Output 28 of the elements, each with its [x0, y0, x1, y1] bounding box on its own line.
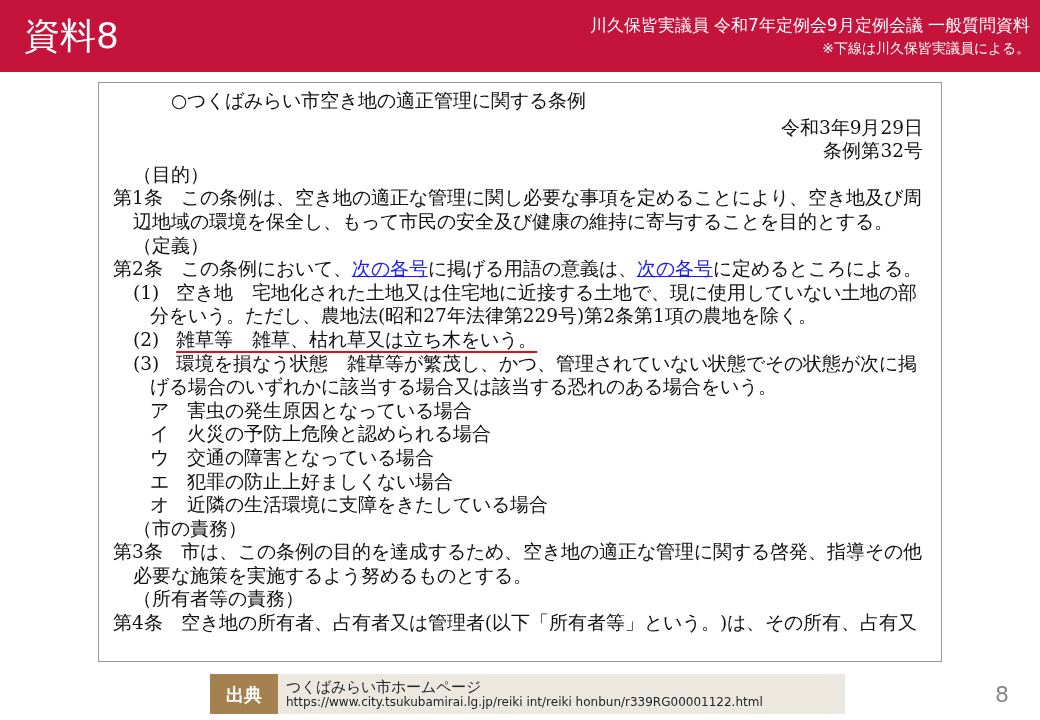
section-heading: （定義）	[132, 233, 210, 258]
reference-link[interactable]: 次の各号	[636, 258, 713, 280]
provision-text: 第1条 この条例は、空き地の適正な管理に関し必要な事項を定めることにより、空き地及び周辺地域の環境を保全し、もって市民の安全及び健康の維持に寄与することを目的とする。	[113, 186, 923, 234]
provision-text: ア 害虫の発生原因となっている場合	[149, 398, 473, 423]
underline-note: ※下線は川久保皆実議員による。	[822, 39, 1030, 59]
provision-text: ウ 交通の障害となっている場合	[149, 445, 435, 470]
ordinance-number: 条例第32号	[823, 140, 923, 162]
source-label: 出典	[210, 674, 278, 714]
section-heading: （所有者等の責務）	[132, 587, 305, 612]
page-number: 8	[995, 680, 1009, 709]
provision-text: 第2条 この条例において、次の各号に掲げる用語の意義は、次の各号に定めるところによる。	[113, 257, 923, 281]
provision-text: 第4条 空き地の所有者、占有者又は管理者(以下「所有者等」という。)は、その所有、占有又	[113, 611, 919, 635]
section-heading: （目的）	[132, 162, 210, 187]
reference-link[interactable]: 次の各号	[351, 258, 428, 280]
source-url: https://www.city.tsukubamirai.lg.jp/reiki int/reiki honbun/r339RG00001122.html	[286, 695, 763, 709]
meeting-caption: 川久保皆実議員 令和7年定例会9月定例会議 一般質問資料	[589, 13, 1030, 37]
provision-text: (2) 雑草等 雑草、枯れ草又は立ち木をいう。	[132, 327, 539, 352]
provision-text: イ 火災の予防上危険と認められる場合	[149, 422, 492, 446]
provision-text: (3) 環境を損なう状態 雑草等が繁茂し、かつ、管理されていない状態でその状態が次に掲げる場合のいずれかに該当する場合又は該当する恐れのある場合をいう。	[132, 351, 919, 399]
slide-title: 資料8	[24, 18, 119, 54]
provision-text: オ 近隣の生活環境に支障をきたしている場合	[149, 493, 549, 517]
provision-text: 第3条 市は、この条例の目的を達成するため、空き地の適正な管理に関する啓発、指導その他必要な施策を実施するよう努めるものとする。	[113, 540, 923, 588]
ordinance-title: ○つくばみらい市空き地の適正管理に関する条例	[170, 89, 588, 113]
section-heading: （市の責務）	[132, 516, 248, 541]
enactment-date: 令和3年9月29日	[780, 116, 923, 138]
source-title: つくばみらい市ホームページ	[286, 679, 481, 696]
provision-text: (1) 空き地 宅地化された土地又は住宅地に近接する土地で、現に使用していない土地の部分をいう。ただし、農地法(昭和27年法律第229号)第2条第1項の農地を除く。	[132, 280, 919, 328]
provision-text: エ 犯罪の防止上好ましくない場合	[149, 469, 454, 494]
